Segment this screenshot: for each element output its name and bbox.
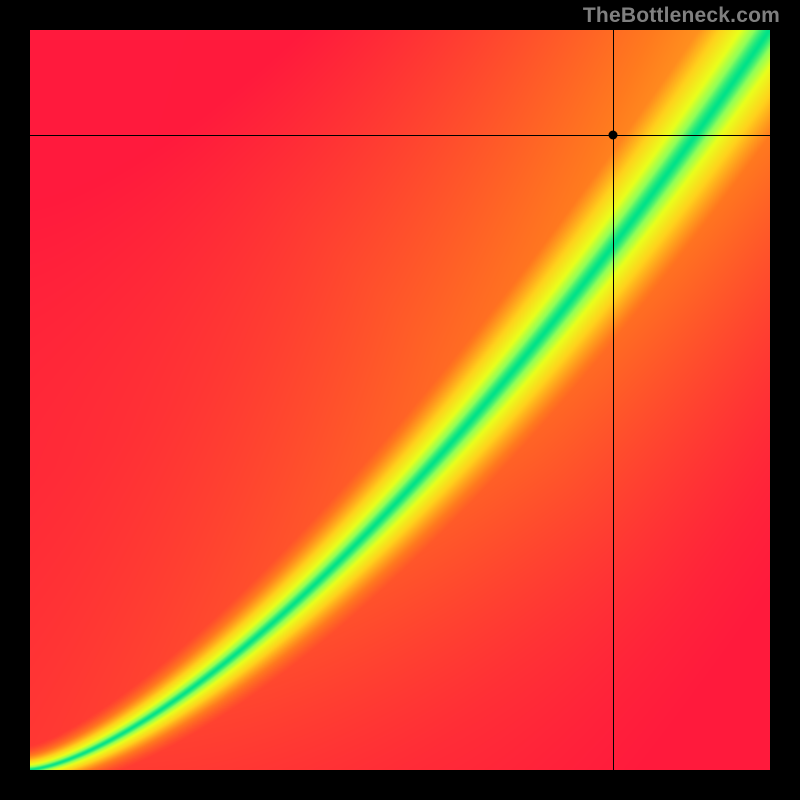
crosshair-horizontal (30, 135, 770, 136)
heatmap-canvas (30, 30, 770, 770)
stage: TheBottleneck.com (0, 0, 800, 800)
heatmap-plot (30, 30, 770, 770)
crosshair-marker (609, 131, 618, 140)
crosshair-vertical (613, 30, 614, 770)
watermark-text: TheBottleneck.com (583, 4, 780, 28)
